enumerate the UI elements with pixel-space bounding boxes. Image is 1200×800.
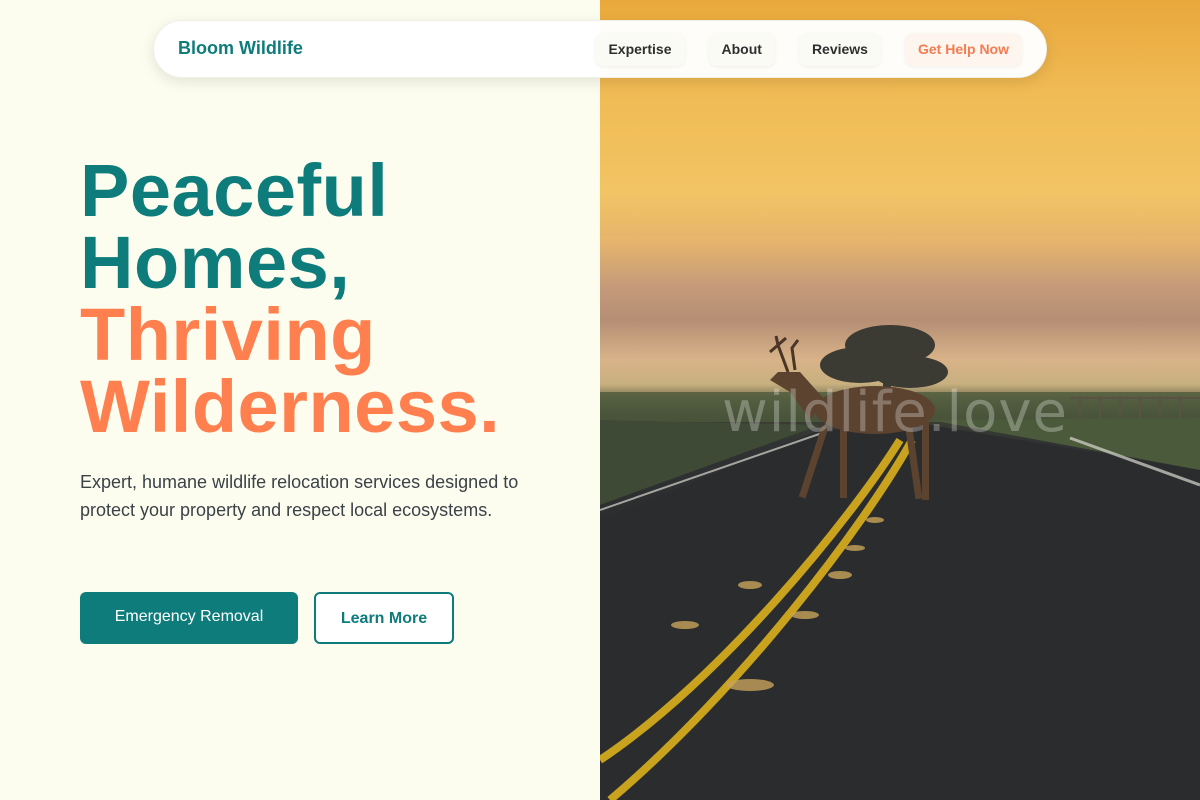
nav-link-about[interactable]: About bbox=[708, 33, 775, 66]
get-help-now-button[interactable]: Get Help Now bbox=[904, 33, 1022, 66]
top-navbar: Bloom Wildlife Expertise About Reviews G… bbox=[153, 20, 1047, 78]
headline-line-1: Peaceful bbox=[80, 149, 389, 232]
hero-headline: Peaceful Homes, Thriving Wilderness. bbox=[80, 149, 501, 448]
hero-image: wildlife.love bbox=[600, 0, 1200, 800]
headline-line-2: Homes, bbox=[80, 221, 351, 304]
learn-more-button[interactable]: Learn More bbox=[314, 592, 454, 644]
emergency-removal-button[interactable]: Emergency Removal bbox=[80, 592, 298, 644]
nav-link-reviews[interactable]: Reviews bbox=[798, 33, 881, 66]
headline-line-3: Thriving bbox=[80, 293, 376, 376]
hero-subtext: Expert, humane wildlife relocation servi… bbox=[80, 472, 519, 520]
nav-link-expertise[interactable]: Expertise bbox=[595, 33, 685, 66]
landing-page: wildlife.love Bloom Wildlife Expertise A… bbox=[0, 0, 1200, 800]
brand-logo-text[interactable]: Bloom Wildlife bbox=[178, 38, 303, 59]
headline-line-4: Wilderness. bbox=[80, 365, 501, 448]
watermark-text: wildlife.love bbox=[722, 380, 1068, 445]
nav-links: Expertise About Reviews Get Help Now bbox=[595, 33, 1022, 66]
